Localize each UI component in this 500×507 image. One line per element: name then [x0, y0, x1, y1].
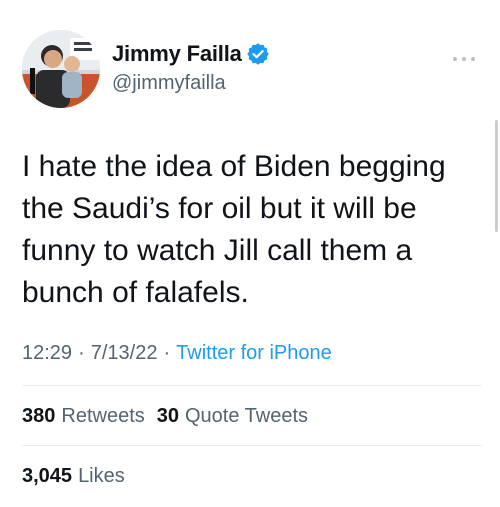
tweet-date: 7/13/22	[90, 342, 158, 364]
retweets-label: Retweets	[61, 405, 145, 427]
quote-tweets-stat[interactable]: 30 Quote Tweets	[157, 405, 308, 428]
divider	[22, 385, 482, 386]
divider	[22, 445, 482, 446]
meta-separator: ·	[163, 342, 171, 364]
likes-count: 3,045	[22, 465, 73, 487]
tweet-source-link[interactable]: Twitter for iPhone	[176, 342, 332, 365]
tweet-time: 12:29	[22, 342, 73, 364]
tweet-meta: 12:29 · 7/13/22 · Twitter for iPhone	[22, 342, 332, 365]
avatar[interactable]	[22, 30, 100, 108]
scrollbar[interactable]	[495, 120, 498, 232]
verified-badge-icon	[246, 43, 269, 65]
retweets-stat[interactable]: 380 Retweets	[22, 405, 145, 428]
likes-stats-row: 3,045 Likes	[22, 465, 125, 488]
tweet-detail: Jimmy Failla @jimmyfailla I hate the ide…	[0, 0, 500, 507]
likes-label: Likes	[78, 465, 125, 487]
quote-tweets-count: 30	[156, 405, 179, 427]
likes-stat[interactable]: 3,045 Likes	[22, 465, 125, 488]
tweet-text: I hate the idea of Biden begging the Sau…	[22, 150, 446, 309]
more-dots-icon[interactable]	[450, 52, 478, 64]
display-name[interactable]: Jimmy Failla	[112, 41, 242, 67]
meta-separator: ·	[78, 342, 85, 364]
retweets-count: 380	[22, 405, 56, 427]
avatar-photo-icon	[22, 30, 100, 108]
quote-tweets-label: Quote Tweets	[185, 405, 309, 427]
user-names: Jimmy Failla @jimmyfailla	[112, 40, 269, 95]
user-handle[interactable]: @jimmyfailla	[112, 72, 269, 95]
display-name-row: Jimmy Failla	[112, 40, 269, 68]
tweet-header: Jimmy Failla @jimmyfailla	[22, 30, 482, 108]
engagement-stats-row: 380 Retweets 30 Quote Tweets	[22, 405, 308, 428]
